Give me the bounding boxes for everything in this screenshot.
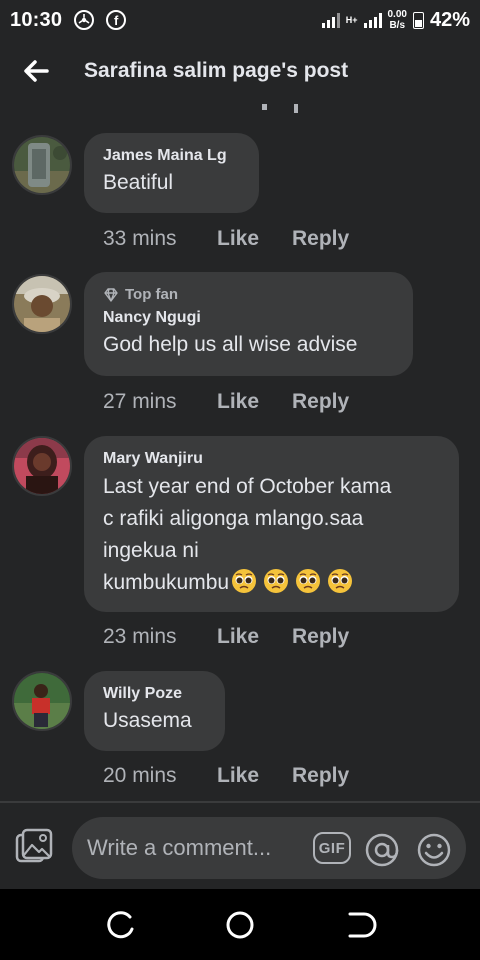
avatar[interactable]	[12, 135, 72, 195]
comment-text-line: Last year end of October kama	[103, 475, 392, 498]
comment-input[interactable]	[87, 835, 317, 861]
comment-text-line-with-emoji: kumbukumbu	[103, 567, 439, 599]
speed-unit: B/s	[389, 20, 406, 31]
avatar[interactable]	[12, 436, 72, 496]
top-fan-badge: Top fan	[103, 286, 393, 303]
system-nav-bar	[0, 889, 480, 960]
signal-icon	[321, 12, 340, 28]
page-title: Sarafina salim page's post	[84, 59, 349, 82]
comment-author[interactable]: Nancy Ngugi	[103, 309, 393, 327]
status-time: 10:30	[10, 8, 63, 31]
comment-text: Beatiful	[103, 171, 174, 194]
gif-icon[interactable]: GIF	[313, 832, 351, 864]
photo-icon[interactable]	[14, 827, 54, 867]
reply-button[interactable]: Reply	[292, 764, 349, 788]
badge-label: Top fan	[125, 286, 179, 303]
pleading-face-emoji	[264, 569, 289, 593]
battery-percent: 42%	[429, 8, 470, 31]
comment-actions: 23 mins Like Reply	[103, 625, 349, 649]
comment-bubble[interactable]: Top fan Nancy Ngugi God help us all wise…	[84, 272, 413, 376]
comment-actions: 27 mins Like Reply	[103, 390, 349, 414]
avatar[interactable]	[12, 671, 72, 731]
comment-author[interactable]: James Maina Lg	[103, 147, 239, 165]
diamond-icon	[104, 287, 118, 302]
pleading-face-emoji	[232, 569, 257, 593]
reply-button[interactable]: Reply	[292, 625, 349, 649]
network-speed: 0.00 B/s	[388, 9, 407, 31]
like-button[interactable]: Like	[217, 390, 292, 414]
reply-button[interactable]: Reply	[292, 227, 349, 251]
clipped-content-edge	[262, 104, 298, 113]
like-button[interactable]: Like	[217, 227, 292, 251]
recents-icon[interactable]	[103, 908, 137, 942]
like-button[interactable]: Like	[217, 764, 292, 788]
comment-time[interactable]: 33 mins	[103, 227, 217, 251]
back-icon[interactable]	[343, 908, 377, 942]
network-type-label: H+	[345, 14, 358, 25]
comment-time[interactable]: 23 mins	[103, 625, 217, 649]
status-bar: 10:30 f H+ 0.00 B/s 42%	[0, 0, 480, 40]
screen: 10:30 f H+ 0.00 B/s 42% Sarafina salim p…	[0, 0, 480, 960]
chrome-icon	[74, 10, 95, 30]
mention-icon[interactable]	[364, 832, 400, 868]
facebook-icon: f	[106, 10, 127, 30]
comment-input-box[interactable]: GIF	[72, 817, 466, 879]
comment-bubble[interactable]: Mary Wanjiru Last year end of October ka…	[84, 436, 459, 612]
speed-value: 0.00	[387, 9, 407, 20]
comment-text: Usasema	[103, 709, 192, 732]
comment-author[interactable]: Willy Poze	[103, 685, 205, 703]
comment-composer: GIF	[0, 803, 480, 889]
pleading-face-emoji	[328, 569, 353, 593]
header: Sarafina salim page's post	[0, 40, 480, 102]
pleading-face-emoji	[296, 569, 321, 593]
comment-text-line: kumbukumbu	[103, 571, 230, 594]
like-button[interactable]: Like	[217, 625, 292, 649]
comment-actions: 20 mins Like Reply	[103, 764, 349, 788]
arrow-left-icon	[24, 60, 49, 82]
comment-text-line: ingekua ni	[103, 539, 199, 562]
comment-bubble[interactable]: Willy Poze Usasema	[84, 671, 225, 751]
comment-bubble[interactable]: James Maina Lg Beatiful	[84, 133, 259, 213]
status-right: H+ 0.00 B/s 42%	[321, 8, 470, 32]
comment-author[interactable]: Mary Wanjiru	[103, 450, 439, 468]
comment-actions: 33 mins Like Reply	[103, 227, 349, 251]
comment-time[interactable]: 27 mins	[103, 390, 217, 414]
battery-icon	[412, 11, 424, 29]
emoji-icon[interactable]	[416, 832, 452, 868]
comment-time[interactable]: 20 mins	[103, 764, 217, 788]
avatar[interactable]	[12, 274, 72, 334]
comment-text: God help us all wise advise	[103, 333, 358, 356]
comment-text: Last year end of October kama c rafiki a…	[103, 471, 439, 599]
comment-text-line: c rafiki aligonga mlango.saa	[103, 507, 364, 530]
reply-button[interactable]: Reply	[292, 390, 349, 414]
home-icon[interactable]	[223, 908, 257, 942]
signal-icon-2	[363, 12, 382, 28]
back-button[interactable]	[12, 47, 60, 95]
